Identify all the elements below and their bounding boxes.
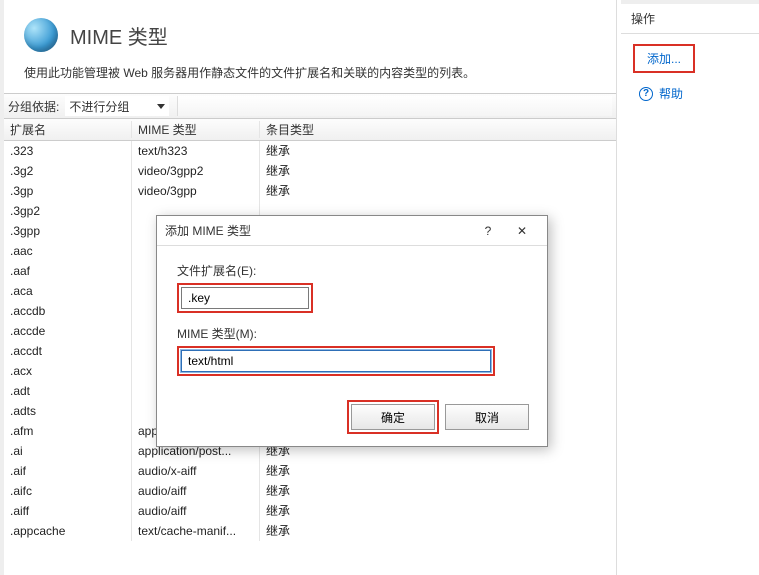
help-action[interactable]: ? 帮助	[629, 85, 751, 102]
ok-button[interactable]: 确定	[351, 404, 435, 430]
close-icon: ✕	[517, 224, 527, 238]
cell-extension: .3gp2	[4, 201, 132, 221]
group-by-select[interactable]: 不进行分组	[65, 96, 169, 116]
cell-extension: .3g2	[4, 161, 132, 181]
dialog-close-button[interactable]: ✕	[505, 219, 539, 243]
globe-icon	[24, 18, 58, 52]
dialog-help-button[interactable]: ?	[471, 219, 505, 243]
chevron-down-icon	[157, 104, 165, 109]
cell-extension: .afm	[4, 421, 132, 441]
help-action-label: 帮助	[659, 85, 683, 102]
cell-entry: 继承	[260, 481, 600, 501]
cell-extension: .aaf	[4, 261, 132, 281]
help-icon: ?	[639, 87, 653, 101]
table-row[interactable]: .aifaudio/x-aiff继承	[4, 461, 616, 481]
cell-extension: .acx	[4, 361, 132, 381]
cell-extension: .adts	[4, 401, 132, 421]
cell-extension: .323	[4, 141, 132, 161]
table-row[interactable]: .323text/h323继承	[4, 141, 616, 161]
actions-panel-body: 添加... ? 帮助	[621, 34, 759, 112]
grouping-toolbar: 分组依据: 不进行分组	[4, 93, 616, 119]
cell-extension: .accde	[4, 321, 132, 341]
dialog-title: 添加 MIME 类型	[165, 222, 471, 239]
cell-extension: .3gp	[4, 181, 132, 201]
actions-panel-title: 操作	[621, 4, 759, 34]
cell-extension: .3gpp	[4, 221, 132, 241]
mime-label: MIME 类型(M):	[177, 325, 527, 342]
cell-mime: text/h323	[132, 141, 260, 161]
cell-entry: 继承	[260, 161, 600, 181]
group-by-label: 分组依据:	[8, 98, 63, 115]
cell-extension: .aac	[4, 241, 132, 261]
table-row[interactable]: .aifcaudio/aiff继承	[4, 481, 616, 501]
dialog-body: 文件扩展名(E): MIME 类型(M):	[157, 246, 547, 396]
cell-extension: .aifc	[4, 481, 132, 501]
cell-extension: .appcache	[4, 521, 132, 541]
cell-entry: 继承	[260, 141, 600, 161]
cell-mime: audio/aiff	[132, 481, 260, 501]
cell-entry: 继承	[260, 521, 600, 541]
table-header-row: 扩展名 MIME 类型 条目类型	[4, 119, 616, 141]
cell-extension: .aif	[4, 461, 132, 481]
actions-panel: 操作 添加... ? 帮助	[621, 0, 759, 575]
main-content: MIME 类型 使用此功能管理被 Web 服务器用作静态文件的文件扩展名和关联的…	[0, 0, 617, 575]
cell-mime: text/cache-manif...	[132, 521, 260, 541]
table-row[interactable]: .3g2video/3gpp2继承	[4, 161, 616, 181]
col-header-entry[interactable]: 条目类型	[260, 121, 600, 138]
add-action-highlight: 添加...	[633, 44, 695, 73]
cell-extension: .aiff	[4, 501, 132, 521]
cell-entry: 继承	[260, 181, 600, 201]
cell-mime: audio/aiff	[132, 501, 260, 521]
col-header-mime[interactable]: MIME 类型	[132, 121, 260, 138]
toolbar-spacer	[177, 96, 612, 116]
group-by-value: 不进行分组	[69, 98, 129, 115]
dialog-button-row: 确定 取消	[157, 396, 547, 446]
extension-label: 文件扩展名(E):	[177, 262, 527, 279]
page-title: MIME 类型	[70, 21, 168, 50]
cell-extension: .ai	[4, 441, 132, 461]
add-action-link[interactable]: 添加...	[637, 48, 691, 69]
col-header-extension[interactable]: 扩展名	[4, 121, 132, 138]
mime-input[interactable]	[181, 350, 491, 372]
table-row[interactable]: .3gpvideo/3gpp继承	[4, 181, 616, 201]
extension-input[interactable]	[181, 287, 309, 309]
question-icon: ?	[485, 224, 492, 238]
cell-entry: 继承	[260, 501, 600, 521]
cell-extension: .adt	[4, 381, 132, 401]
cell-extension: .accdb	[4, 301, 132, 321]
mime-field-highlight	[177, 346, 495, 376]
add-mime-dialog: 添加 MIME 类型 ? ✕ 文件扩展名(E): MIME 类型(M): 确定 …	[156, 215, 548, 447]
extension-field-highlight	[177, 283, 313, 313]
page-header: MIME 类型	[4, 0, 616, 60]
cell-mime: video/3gpp2	[132, 161, 260, 181]
cell-mime: audio/x-aiff	[132, 461, 260, 481]
table-row[interactable]: .aiffaudio/aiff继承	[4, 501, 616, 521]
cell-entry: 继承	[260, 461, 600, 481]
cell-extension: .accdt	[4, 341, 132, 361]
cell-extension: .aca	[4, 281, 132, 301]
dialog-titlebar[interactable]: 添加 MIME 类型 ? ✕	[157, 216, 547, 246]
page-description: 使用此功能管理被 Web 服务器用作静态文件的文件扩展名和关联的内容类型的列表。	[4, 60, 616, 93]
table-row[interactable]: .appcachetext/cache-manif...继承	[4, 521, 616, 541]
cancel-button[interactable]: 取消	[445, 404, 529, 430]
cell-mime: video/3gpp	[132, 181, 260, 201]
